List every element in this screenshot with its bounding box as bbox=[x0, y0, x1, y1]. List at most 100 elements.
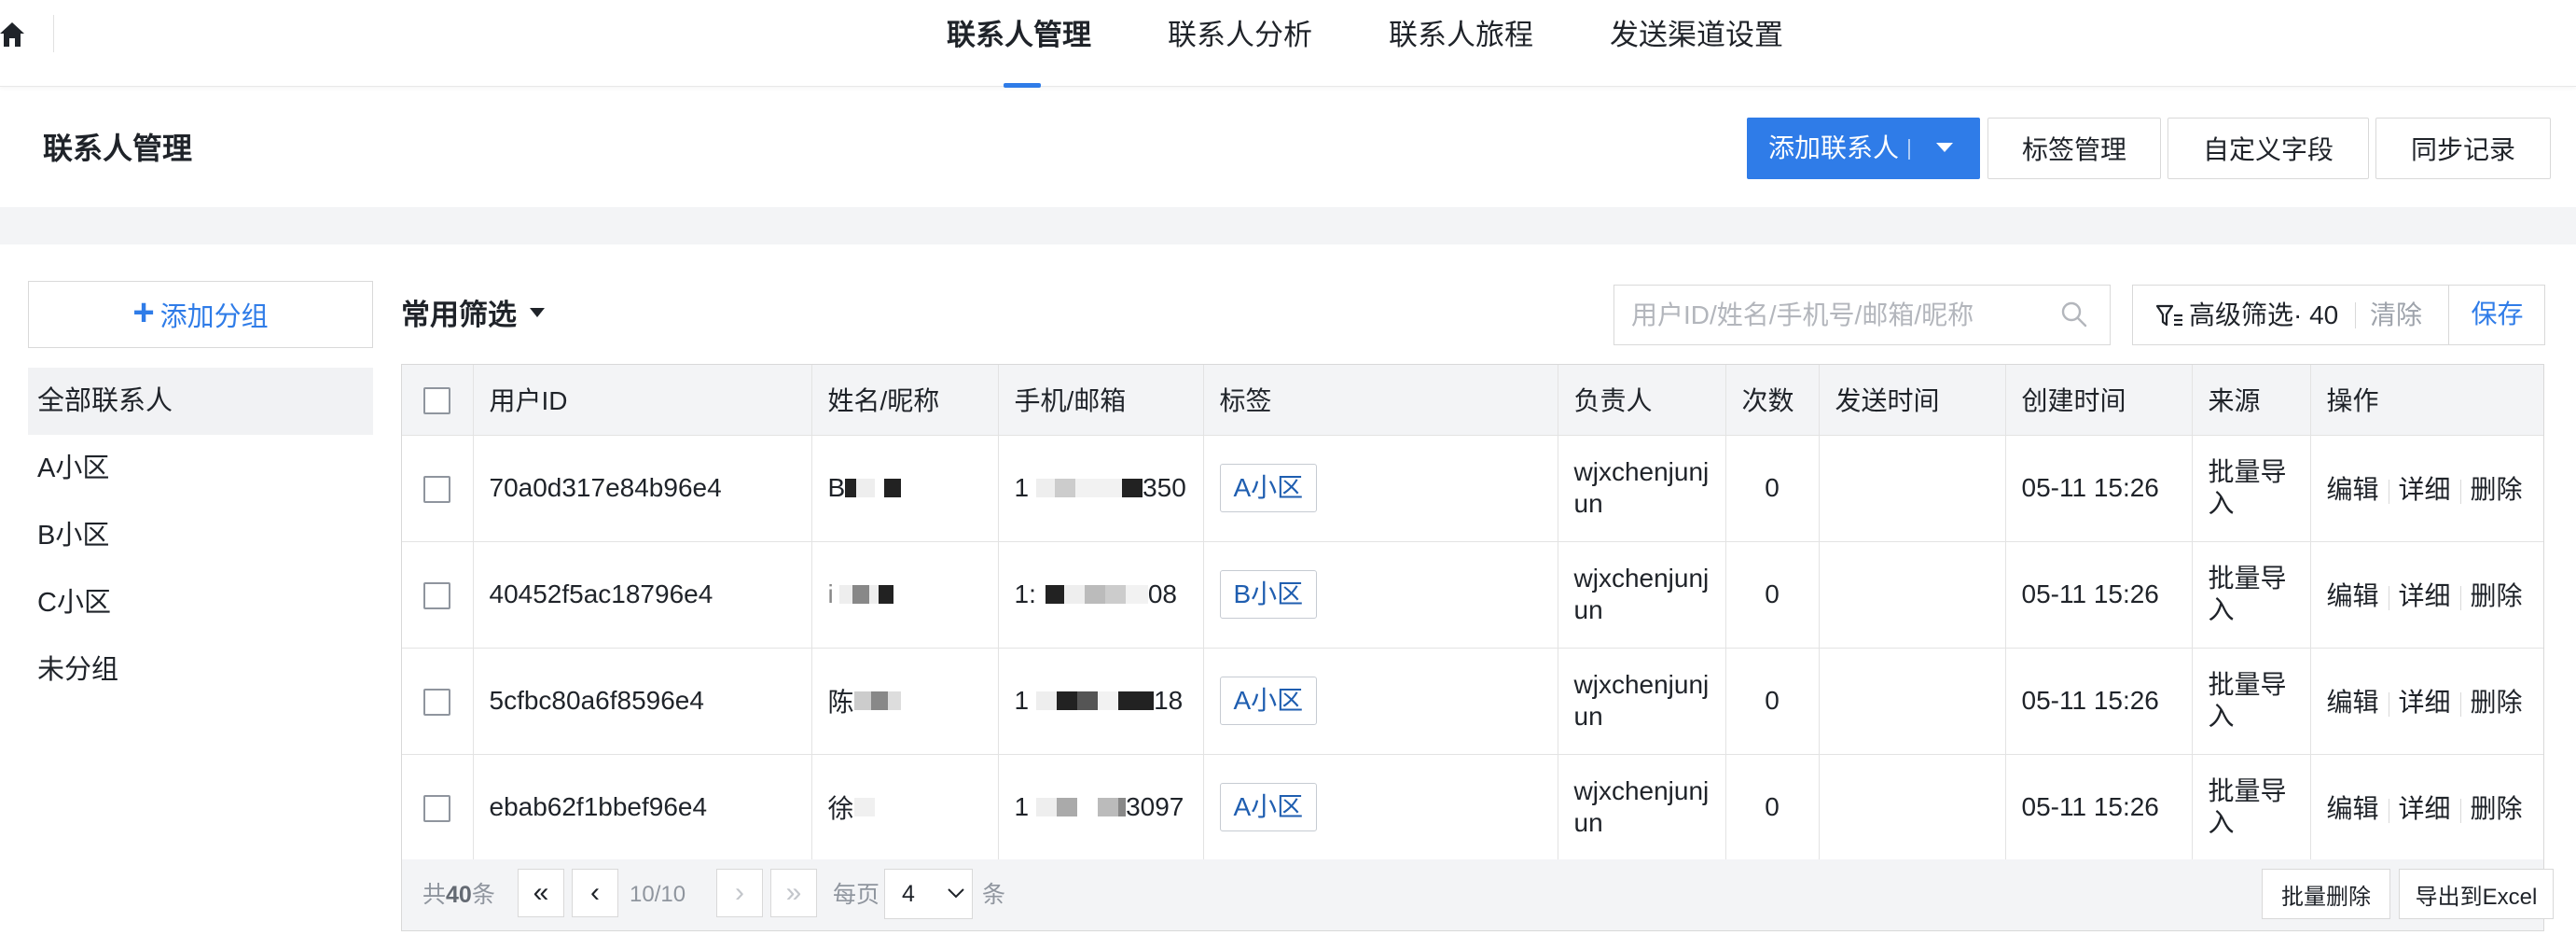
name-prefix: 徐 bbox=[827, 794, 854, 823]
send-time-cell bbox=[1819, 541, 2006, 649]
next-page-button[interactable]: › bbox=[716, 869, 763, 917]
user-id-cell: 40452f5ac18796e4 bbox=[473, 541, 812, 649]
prev-page-button[interactable]: ‹ bbox=[572, 869, 618, 917]
masked-phone: 1 3097 bbox=[1015, 792, 1184, 822]
source-cell: 批量导入 bbox=[2192, 754, 2311, 861]
phone-prefix: 1 bbox=[1014, 792, 1030, 821]
group-item-c[interactable]: C小区 bbox=[28, 569, 373, 636]
masked-phone: 1 350 bbox=[1015, 473, 1186, 503]
masked-name: i bbox=[828, 579, 893, 609]
delete-link[interactable]: 删除 bbox=[2471, 688, 2523, 717]
source-cell: 批量导入 bbox=[2192, 541, 2311, 649]
row-checkbox-cell bbox=[402, 754, 474, 861]
advanced-filter-button[interactable]: 高级筛选· 40 bbox=[2189, 286, 2338, 344]
tab-contact-analysis[interactable]: 联系人分析 bbox=[1168, 0, 1312, 87]
edit-link[interactable]: 编辑 bbox=[2327, 794, 2379, 823]
total-count: 共40条 bbox=[422, 859, 495, 930]
actions-cell: 编辑 详细 删除 bbox=[2310, 754, 2543, 861]
first-page-button[interactable]: « bbox=[518, 869, 564, 917]
contact-cell: 1 3097 bbox=[998, 754, 1204, 861]
select-all-checkbox[interactable] bbox=[423, 387, 451, 415]
column-header-send-time: 发送时间 bbox=[1819, 365, 2006, 436]
common-filter-label: 常用筛选 bbox=[401, 299, 517, 331]
tab-contact-journey[interactable]: 联系人旅程 bbox=[1389, 0, 1533, 87]
tab-contact-management[interactable]: 联系人管理 bbox=[947, 0, 1091, 88]
sync-records-button[interactable]: 同步记录 bbox=[2375, 118, 2551, 179]
filter-divider bbox=[2355, 302, 2356, 328]
group-item-ungrouped[interactable]: 未分组 bbox=[28, 636, 373, 704]
created-cell: 05-11 15:26 bbox=[2005, 754, 2193, 861]
tag-manage-button[interactable]: 标签管理 bbox=[1987, 118, 2161, 179]
row-checkbox-cell bbox=[402, 435, 474, 542]
header-checkbox-cell bbox=[402, 365, 474, 436]
last-page-button[interactable]: » bbox=[770, 869, 817, 917]
per-page-unit: 条 bbox=[982, 882, 1006, 908]
top-nav: 联系人管理 联系人分析 联系人旅程 发送渠道设置 bbox=[0, 0, 2576, 88]
contact-tag[interactable]: A小区 bbox=[1219, 464, 1318, 512]
delete-link[interactable]: 删除 bbox=[2471, 475, 2523, 504]
chevron-down-icon[interactable] bbox=[1936, 143, 1953, 152]
bulk-delete-button[interactable]: 批量删除 bbox=[2262, 869, 2390, 919]
export-excel-button[interactable]: 导出到Excel bbox=[2399, 869, 2554, 919]
count-cell: 0 bbox=[1725, 648, 1820, 755]
per-page-select[interactable]: 4 bbox=[884, 869, 973, 919]
row-checkbox[interactable] bbox=[423, 476, 451, 504]
phone-suffix: 350 bbox=[1143, 473, 1186, 502]
contact-tag[interactable]: A小区 bbox=[1219, 677, 1318, 725]
phone-prefix: 1 bbox=[1014, 473, 1030, 502]
tab-channel-settings[interactable]: 发送渠道设置 bbox=[1610, 0, 1783, 87]
masked-phone: 1: 08 bbox=[1015, 579, 1178, 609]
save-filter-button[interactable]: 保存 bbox=[2448, 285, 2545, 345]
actions-cell: 编辑 详细 删除 bbox=[2310, 648, 2543, 755]
add-contact-button[interactable]: 添加联系人 bbox=[1747, 118, 1980, 179]
group-item-all[interactable]: 全部联系人 bbox=[28, 368, 373, 435]
nav-divider bbox=[53, 15, 54, 52]
row-checkbox[interactable] bbox=[423, 795, 451, 823]
search-icon[interactable] bbox=[2060, 300, 2088, 328]
column-header-user-id: 用户ID bbox=[473, 365, 812, 436]
column-header-count: 次数 bbox=[1725, 365, 1820, 436]
source-cell: 批量导入 bbox=[2192, 648, 2311, 755]
detail-link[interactable]: 详细 bbox=[2399, 688, 2451, 717]
group-item-b[interactable]: B小区 bbox=[28, 502, 373, 569]
contact-cell: 1: 08 bbox=[998, 541, 1204, 649]
plus-icon: + bbox=[132, 292, 155, 333]
home-icon[interactable] bbox=[0, 21, 24, 49]
name-cell: i bbox=[811, 541, 999, 649]
detail-link[interactable]: 详细 bbox=[2399, 475, 2451, 504]
owner-cell: wjxchenjunjun bbox=[1558, 435, 1726, 542]
clear-filter-button[interactable]: 清除 bbox=[2370, 286, 2422, 344]
edit-link[interactable]: 编辑 bbox=[2327, 475, 2379, 504]
contact-tag[interactable]: B小区 bbox=[1219, 570, 1318, 619]
edit-link[interactable]: 编辑 bbox=[2327, 688, 2379, 717]
row-checkbox[interactable] bbox=[423, 689, 451, 717]
common-filter-dropdown[interactable]: 常用筛选 bbox=[401, 291, 545, 333]
total-suffix: 条 bbox=[471, 882, 495, 908]
delete-link[interactable]: 删除 bbox=[2471, 794, 2523, 823]
advanced-filter-bar: 高级筛选· 40 清除 保存 bbox=[2132, 285, 2545, 345]
per-page-label: 每页 bbox=[833, 882, 880, 908]
detail-link[interactable]: 详细 bbox=[2399, 581, 2451, 610]
custom-fields-button[interactable]: 自定义字段 bbox=[2167, 118, 2369, 179]
tag-cell: A小区 bbox=[1203, 648, 1558, 755]
page-indicator: 10/10 bbox=[630, 882, 686, 907]
contact-tag[interactable]: A小区 bbox=[1219, 783, 1318, 831]
created-cell: 05-11 15:26 bbox=[2005, 648, 2193, 755]
delete-link[interactable]: 删除 bbox=[2471, 581, 2523, 610]
name-cell: B bbox=[811, 435, 999, 542]
table-row: ebab62f1bbef96e4 徐 1 3097 A小区 wjxchenjunj… bbox=[402, 754, 2543, 861]
edit-link[interactable]: 编辑 bbox=[2327, 581, 2379, 610]
search-input[interactable] bbox=[1631, 286, 2051, 344]
phone-prefix: 1: bbox=[1014, 579, 1036, 608]
detail-link[interactable]: 详细 bbox=[2399, 794, 2451, 823]
add-group-button[interactable]: + 添加分组 bbox=[28, 281, 373, 348]
search-box bbox=[1613, 285, 2111, 345]
total-number: 40 bbox=[446, 882, 472, 908]
name-prefix: 陈 bbox=[827, 688, 854, 717]
caret-down-icon bbox=[530, 307, 545, 317]
send-time-cell bbox=[1819, 754, 2006, 861]
page-title: 联系人管理 bbox=[43, 132, 193, 165]
group-item-a[interactable]: A小区 bbox=[28, 435, 373, 502]
row-checkbox[interactable] bbox=[423, 582, 451, 610]
column-header-actions: 操作 bbox=[2310, 365, 2543, 436]
